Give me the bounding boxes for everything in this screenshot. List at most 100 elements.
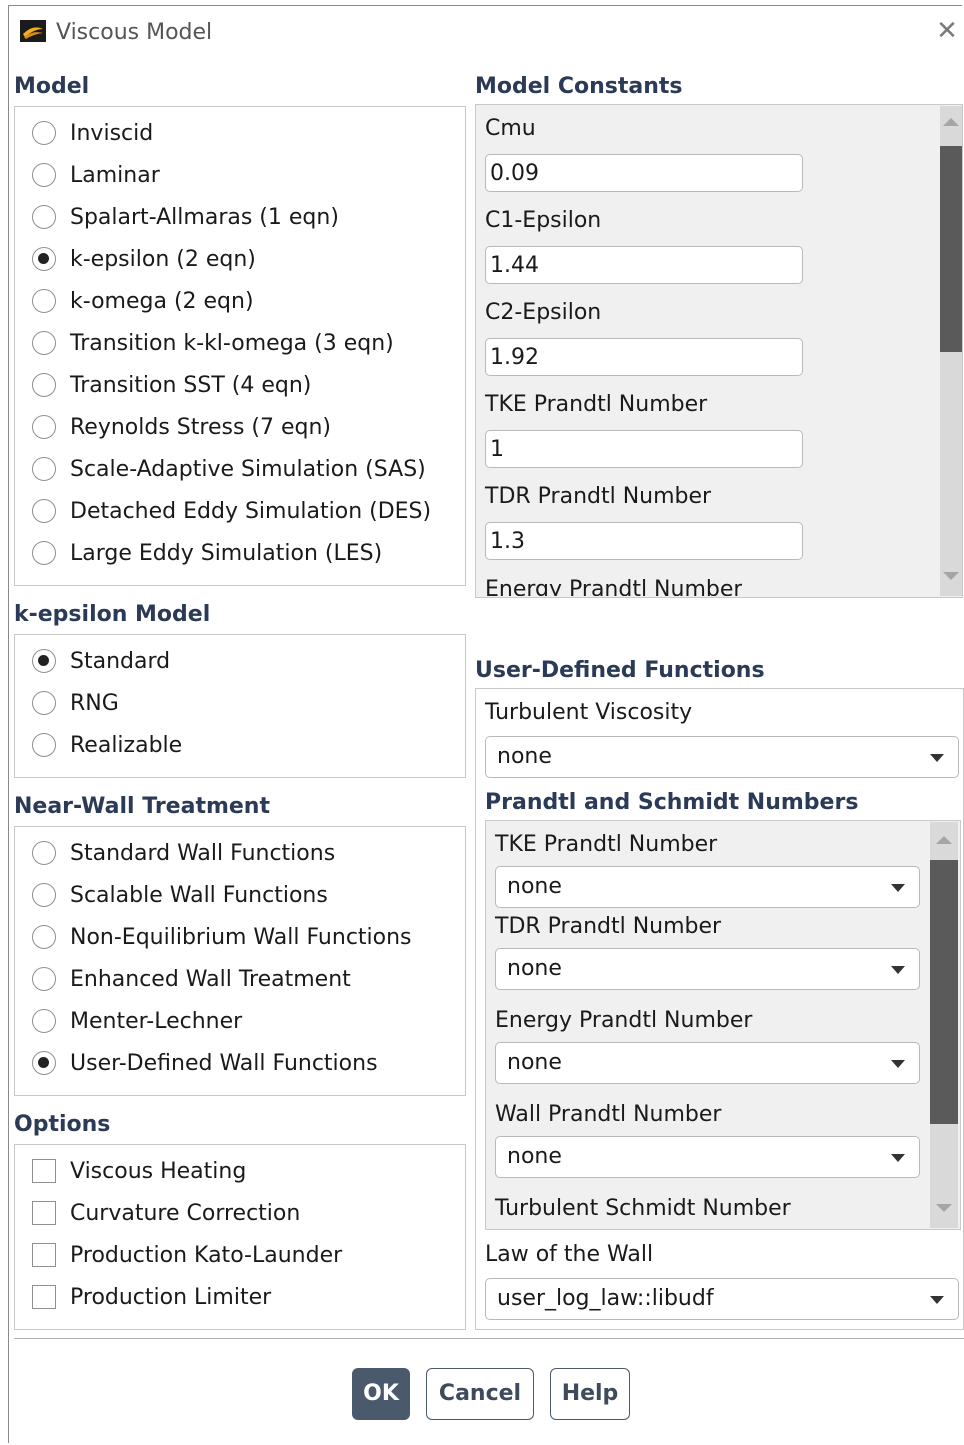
- turb-visc-dropdown[interactable]: none: [485, 736, 959, 778]
- option-label: Reynolds Stress (7 eqn): [70, 414, 331, 440]
- constant-input[interactable]: 1.44: [485, 246, 803, 284]
- help-button[interactable]: Help: [550, 1368, 630, 1420]
- option-label: Standard: [70, 648, 171, 674]
- radio-button[interactable]: [32, 541, 56, 565]
- radio-button[interactable]: [32, 841, 56, 865]
- option-label: Inviscid: [70, 120, 154, 146]
- prandtl-dropdown[interactable]: none: [495, 866, 920, 908]
- radio-button[interactable]: [32, 121, 56, 145]
- model-option[interactable]: k-omega (2 eqn): [32, 284, 254, 318]
- radio-button[interactable]: [32, 289, 56, 313]
- nearwall-option[interactable]: Menter-Lechner: [32, 1004, 242, 1038]
- law-dropdown[interactable]: user_log_law::libudf: [485, 1278, 959, 1320]
- chevron-down-icon: [930, 754, 944, 762]
- divider: [14, 1338, 964, 1339]
- constant-input[interactable]: 1.3: [485, 522, 803, 560]
- option-label: Non-Equilibrium Wall Functions: [70, 924, 412, 950]
- radio-button[interactable]: [32, 883, 56, 907]
- chevron-down-icon: [891, 884, 905, 892]
- scroll-down-icon[interactable]: [943, 572, 959, 580]
- radio-button[interactable]: [32, 373, 56, 397]
- option-label: Realizable: [70, 732, 183, 758]
- model-option[interactable]: k-epsilon (2 eqn): [32, 242, 256, 276]
- radio-button[interactable]: [32, 457, 56, 481]
- constants-heading: Model Constants: [475, 74, 683, 99]
- radio-button[interactable]: [32, 925, 56, 949]
- prandtl-value: none: [507, 874, 562, 899]
- kepsilon-option[interactable]: RNG: [32, 686, 119, 720]
- option-checkbox-row[interactable]: Curvature Correction: [32, 1196, 300, 1230]
- scroll-down-icon[interactable]: [936, 1204, 952, 1212]
- prandtl-label: TDR Prandtl Number: [495, 914, 722, 939]
- model-option[interactable]: Transition SST (4 eqn): [32, 368, 311, 402]
- model-option[interactable]: Scale-Adaptive Simulation (SAS): [32, 452, 426, 486]
- kepsilon-option[interactable]: Standard: [32, 644, 170, 678]
- prandtl-heading: Prandtl and Schmidt Numbers: [485, 790, 859, 815]
- nearwall-option[interactable]: User-Defined Wall Functions: [32, 1046, 378, 1080]
- radio-button[interactable]: [32, 247, 56, 271]
- prandtl-dropdown[interactable]: none: [495, 1136, 920, 1178]
- model-option[interactable]: Inviscid: [32, 116, 153, 150]
- radio-button[interactable]: [32, 205, 56, 229]
- chevron-down-icon: [891, 1060, 905, 1068]
- radio-button[interactable]: [32, 331, 56, 355]
- option-label: k-epsilon (2 eqn): [70, 246, 256, 272]
- prandtl-scroll-thumb[interactable]: [930, 860, 958, 1124]
- option-label: Menter-Lechner: [70, 1008, 243, 1034]
- constant-label: C2-Epsilon: [485, 300, 602, 325]
- options-heading: Options: [14, 1112, 111, 1137]
- model-option[interactable]: Reynolds Stress (7 eqn): [32, 410, 331, 444]
- prandtl-dropdown[interactable]: none: [495, 1042, 920, 1084]
- option-checkbox-row[interactable]: Production Limiter: [32, 1280, 271, 1314]
- model-option[interactable]: Large Eddy Simulation (LES): [32, 536, 382, 570]
- law-label: Law of the Wall: [485, 1242, 654, 1267]
- constants-scroll-thumb[interactable]: [940, 146, 962, 352]
- prandtl-dropdown[interactable]: none: [495, 948, 920, 990]
- nearwall-option[interactable]: Standard Wall Functions: [32, 836, 335, 870]
- option-checkbox-row[interactable]: Viscous Heating: [32, 1154, 246, 1188]
- radio-button[interactable]: [32, 163, 56, 187]
- model-option[interactable]: Transition k-kl-omega (3 eqn): [32, 326, 394, 360]
- scroll-up-icon[interactable]: [943, 118, 959, 126]
- radio-button[interactable]: [32, 691, 56, 715]
- nearwall-option[interactable]: Scalable Wall Functions: [32, 878, 328, 912]
- prandtl-value: none: [507, 1144, 562, 1169]
- turb-visc-label: Turbulent Viscosity: [485, 700, 693, 725]
- option-label: RNG: [70, 690, 119, 716]
- radio-button[interactable]: [32, 415, 56, 439]
- kepsilon-option[interactable]: Realizable: [32, 728, 182, 762]
- checkbox-label: Viscous Heating: [70, 1158, 247, 1184]
- model-option[interactable]: Laminar: [32, 158, 160, 192]
- ok-button[interactable]: OK: [352, 1368, 410, 1420]
- option-label: Large Eddy Simulation (LES): [70, 540, 383, 566]
- scroll-up-icon[interactable]: [936, 836, 952, 844]
- cancel-button[interactable]: Cancel: [426, 1368, 534, 1420]
- checkbox[interactable]: [32, 1243, 56, 1267]
- radio-button[interactable]: [32, 1009, 56, 1033]
- checkbox-label: Curvature Correction: [70, 1200, 301, 1226]
- close-icon[interactable]: ✕: [934, 18, 960, 44]
- constant-input[interactable]: 0.09: [485, 154, 803, 192]
- chevron-down-icon: [891, 966, 905, 974]
- checkbox[interactable]: [32, 1285, 56, 1309]
- option-label: Enhanced Wall Treatment: [70, 966, 351, 992]
- nearwall-option[interactable]: Enhanced Wall Treatment: [32, 962, 351, 996]
- prandtl-value: none: [507, 956, 562, 981]
- model-option[interactable]: Detached Eddy Simulation (DES): [32, 494, 431, 528]
- radio-button[interactable]: [32, 649, 56, 673]
- model-option[interactable]: Spalart-Allmaras (1 eqn): [32, 200, 339, 234]
- option-checkbox-row[interactable]: Production Kato-Launder: [32, 1238, 342, 1272]
- radio-button[interactable]: [32, 1051, 56, 1075]
- checkbox[interactable]: [32, 1201, 56, 1225]
- checkbox[interactable]: [32, 1159, 56, 1183]
- radio-button[interactable]: [32, 967, 56, 991]
- constant-label: TDR Prandtl Number: [485, 484, 712, 509]
- radio-button[interactable]: [32, 499, 56, 523]
- nearwall-option[interactable]: Non-Equilibrium Wall Functions: [32, 920, 412, 954]
- constant-input[interactable]: 1: [485, 430, 803, 468]
- radio-button[interactable]: [32, 733, 56, 757]
- option-label: Laminar: [70, 162, 160, 188]
- prandtl-label: Energy Prandtl Number: [495, 1008, 753, 1033]
- constant-label: Cmu: [485, 116, 536, 141]
- constant-input[interactable]: 1.92: [485, 338, 803, 376]
